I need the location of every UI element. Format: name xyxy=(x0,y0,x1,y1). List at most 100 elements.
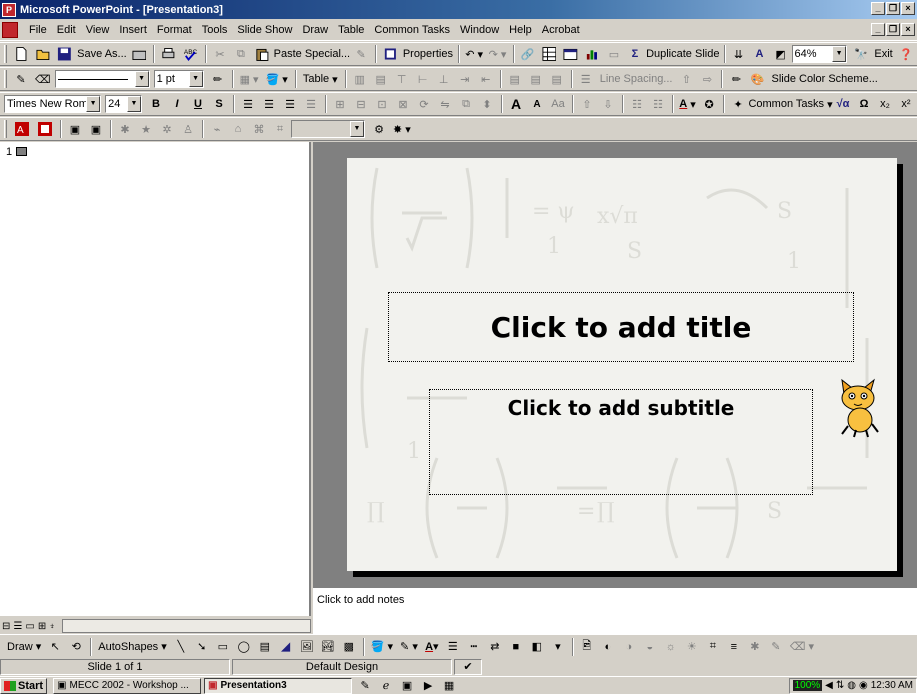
rotate-icon[interactable]: ⟳ xyxy=(414,94,434,114)
reset-picture-icon[interactable]: ⌫ ▾ xyxy=(787,637,817,657)
border-color-icon[interactable]: ✏ xyxy=(208,69,228,89)
menu-edit[interactable]: Edit xyxy=(52,24,81,36)
menu-table[interactable]: Table xyxy=(333,24,369,36)
equation-icon[interactable]: √α xyxy=(833,94,853,114)
more-buttons-icon[interactable]: ▾ xyxy=(548,637,568,657)
effect-d-icon[interactable]: ⌗ xyxy=(270,119,290,139)
select-objects-icon[interactable]: ↖ xyxy=(45,637,65,657)
omega-icon[interactable]: Ω xyxy=(854,94,874,114)
doc-close-button[interactable]: × xyxy=(901,23,915,36)
distribute-icon[interactable]: ⊞ xyxy=(330,94,350,114)
properties-button[interactable]: Properties xyxy=(402,44,454,64)
paste-icon[interactable] xyxy=(252,44,273,64)
pencil-icon[interactable]: ✏ xyxy=(726,69,746,89)
slide-view-icon[interactable]: ▭ xyxy=(25,621,34,632)
insert-rows-icon[interactable]: ⇥ xyxy=(455,69,475,89)
rehearse-icon[interactable]: ♙ xyxy=(178,119,198,139)
new-icon[interactable] xyxy=(11,44,32,64)
italic-icon[interactable]: I xyxy=(167,94,187,114)
doc-restore-button[interactable]: ❐ xyxy=(886,23,900,36)
close-button[interactable]: × xyxy=(901,2,915,15)
office-assistant-cat-icon[interactable] xyxy=(836,376,880,438)
line-weight-select[interactable]: 1 pt ▼ xyxy=(153,70,204,88)
menu-window[interactable]: Window xyxy=(455,24,504,36)
font-color-icon[interactable]: A ▾ xyxy=(422,637,442,657)
group-icon[interactable]: ⊡ xyxy=(372,94,392,114)
animation-effects-icon[interactable]: ✪ xyxy=(699,94,719,114)
chevron-down-icon[interactable]: ▼ xyxy=(350,121,364,137)
menu-format[interactable]: Format xyxy=(152,24,197,36)
promote-icon[interactable]: ⇧ xyxy=(676,69,696,89)
properties-icon[interactable] xyxy=(380,44,401,64)
justify-icon[interactable]: ☰ xyxy=(301,94,321,114)
zoom-select[interactable]: 64% ▼ xyxy=(791,45,848,63)
more-icon[interactable]: ✸ ▾ xyxy=(390,119,414,139)
tools-icon[interactable]: ⚙ xyxy=(369,119,389,139)
effect-select[interactable]: ▼ xyxy=(291,120,365,138)
highlight-icon[interactable]: ✱ xyxy=(115,119,135,139)
increase-font-icon[interactable]: A xyxy=(506,94,526,114)
borders-icon[interactable]: ▦ ▾ xyxy=(237,69,262,89)
binoculars-icon[interactable]: 🔭 xyxy=(851,44,871,64)
move-down-icon[interactable]: ⇩ xyxy=(598,94,618,114)
redo-icon[interactable]: ↷ ▾ xyxy=(486,44,508,64)
eraser-icon[interactable]: ⌫ xyxy=(32,69,54,89)
crop-icon[interactable]: ⌗ xyxy=(703,637,723,657)
shadow-icon[interactable]: S xyxy=(209,94,229,114)
horizontal-scrollbar[interactable] xyxy=(62,619,311,633)
align-top-icon[interactable]: ⊤ xyxy=(392,69,412,89)
numbering-icon[interactable]: ☷ xyxy=(627,94,647,114)
line-style-icon[interactable]: ☰ xyxy=(443,637,463,657)
quick-launch-media-icon[interactable]: ▶ xyxy=(418,677,438,694)
volume-icon[interactable]: ◀ xyxy=(825,680,833,691)
paste-special-button[interactable]: Paste Special... xyxy=(274,44,350,64)
align-left-icon[interactable]: ☰ xyxy=(238,94,258,114)
save-icon[interactable] xyxy=(54,44,75,64)
arrow-style-icon[interactable]: ⇄ xyxy=(485,637,505,657)
slide-color-scheme-icon[interactable]: 🎨 xyxy=(747,69,767,89)
open-icon[interactable] xyxy=(33,44,54,64)
align-center-icon[interactable]: ⊢ xyxy=(413,69,433,89)
bullets-icon[interactable]: ☷ xyxy=(648,94,668,114)
table-menu-button[interactable]: Table ▾ xyxy=(300,69,341,89)
slide-color-scheme-button[interactable]: Slide Color Scheme... xyxy=(768,69,880,89)
window-title-bar[interactable]: P Microsoft PowerPoint - [Presentation3]… xyxy=(0,0,917,19)
hyperlink-icon[interactable]: 🔗 xyxy=(518,44,538,64)
slide-canvas[interactable]: = ψ x√π S 1 S 1 ∏ = ∏ S 1 Click to add t… xyxy=(347,158,897,571)
menu-file[interactable]: File xyxy=(24,24,52,36)
line-spacing-icon[interactable]: ☰ xyxy=(576,69,596,89)
star-icon[interactable]: ★ xyxy=(136,119,156,139)
subtitle-placeholder[interactable]: Click to add subtitle xyxy=(429,389,813,495)
grayscale-preview-icon[interactable]: ◩ xyxy=(771,44,791,64)
title-placeholder[interactable]: Click to add title xyxy=(388,292,854,362)
chevron-down-icon[interactable]: ▼ xyxy=(86,96,101,112)
undo-icon[interactable]: ↶ ▾ xyxy=(463,44,485,64)
autoshapes-button[interactable]: AutoShapes ▾ xyxy=(95,637,170,657)
align-right-icon[interactable]: ☰ xyxy=(280,94,300,114)
outline-pane[interactable]: 1 xyxy=(0,142,311,616)
doc-minimize-button[interactable]: _ xyxy=(871,23,885,36)
effect-a-icon[interactable]: ⌁ xyxy=(207,119,227,139)
brightness-down-icon[interactable]: ☀ xyxy=(682,637,702,657)
menu-help[interactable]: Help xyxy=(504,24,537,36)
transition-icon[interactable]: ✲ xyxy=(157,119,177,139)
autosum-icon[interactable]: Σ xyxy=(625,44,645,64)
font-select[interactable]: Times New Roman ▼ xyxy=(4,95,102,113)
slide-show-icon[interactable]: ⍖ xyxy=(49,621,55,632)
line-style-select[interactable]: ▼ xyxy=(54,70,150,88)
bold-icon[interactable]: B xyxy=(146,94,166,114)
chevron-down-icon[interactable]: ▼ xyxy=(188,71,203,87)
change-case-icon[interactable]: Aa xyxy=(548,94,568,114)
acrobat-email-icon[interactable] xyxy=(34,119,56,139)
merge-cells-icon[interactable]: ▥ xyxy=(350,69,370,89)
chevron-down-icon[interactable]: ▼ xyxy=(832,46,847,62)
oval-icon[interactable]: ◯ xyxy=(234,637,254,657)
subscript-icon[interactable]: x₂ xyxy=(875,94,895,114)
powerpoint-app-icon[interactable]: P xyxy=(2,2,16,17)
ungroup-icon[interactable]: ⊠ xyxy=(393,94,413,114)
acrobat-convert-icon[interactable]: A xyxy=(11,119,33,139)
spelling-status-icon[interactable]: ✔ xyxy=(454,659,482,675)
menu-slide-show[interactable]: Slide Show xyxy=(232,24,297,36)
clip-art-icon[interactable]: 🖼 xyxy=(297,637,317,657)
rectangle-icon[interactable]: ▭ xyxy=(213,637,233,657)
